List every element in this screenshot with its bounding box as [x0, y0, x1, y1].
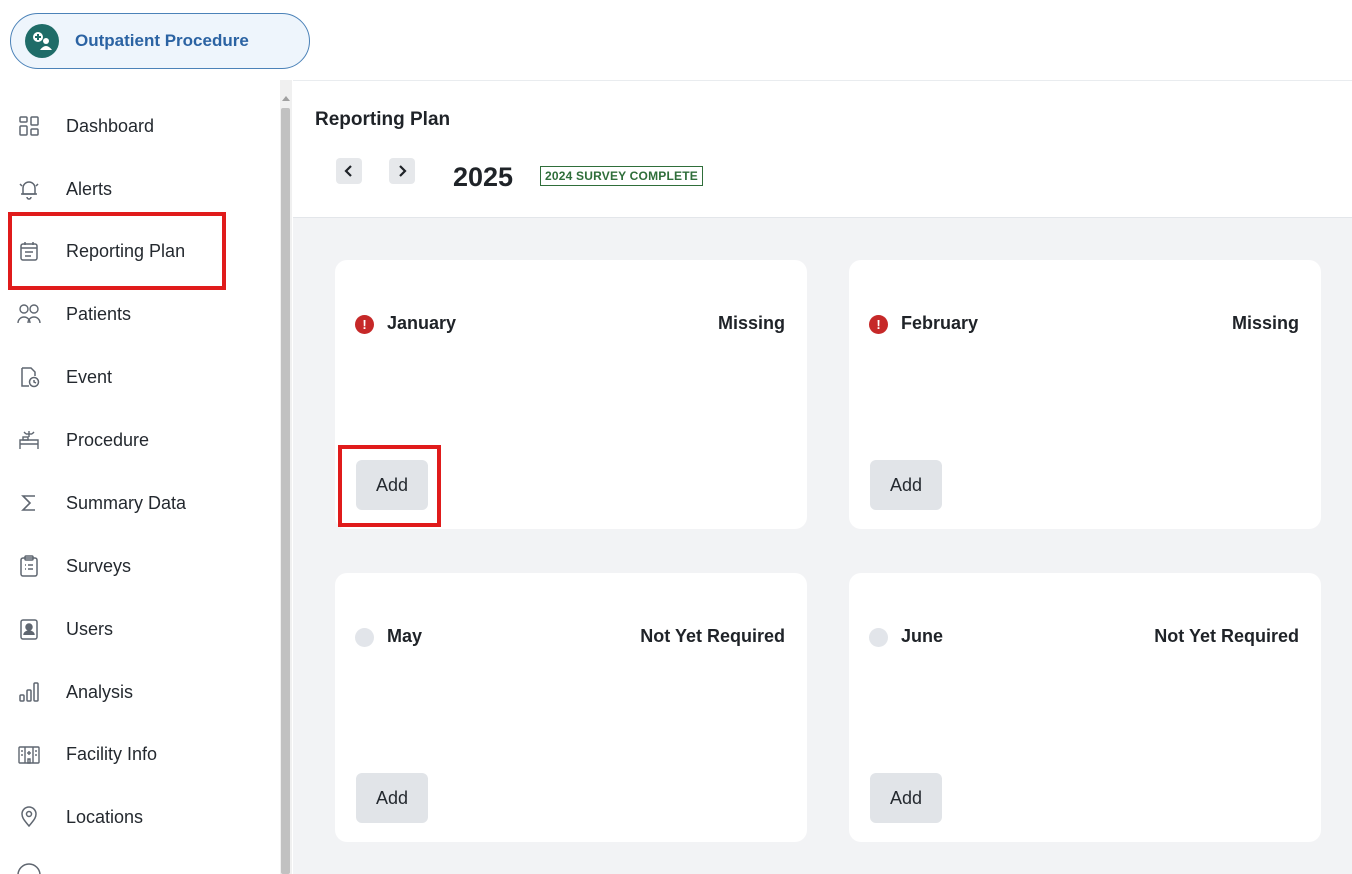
page-title: Reporting Plan — [315, 109, 451, 130]
add-button[interactable]: Add — [356, 773, 428, 823]
sidebar-item-dashboard[interactable]: Dashboard — [0, 101, 278, 151]
pending-status-icon — [355, 628, 374, 647]
sidebar-item-label: Summary Data — [66, 492, 187, 513]
sidebar-item-surveys[interactable]: Surveys — [0, 541, 278, 591]
sidebar-item-alerts[interactable]: Alerts — [0, 164, 278, 214]
month-card-june: June Not Yet Required Add — [849, 573, 1321, 842]
bar-chart-icon — [16, 679, 42, 705]
sidebar-item-label: Analysis — [66, 681, 134, 702]
reporting-plan-grid: ! January Missing Add ! February Missing… — [293, 218, 1352, 874]
month-card-may: May Not Yet Required Add — [335, 573, 807, 842]
alert-icon: ! — [869, 315, 888, 334]
add-button[interactable]: Add — [870, 460, 942, 510]
card-month: June — [901, 626, 944, 646]
add-button[interactable]: Add — [356, 460, 428, 510]
app-switcher-chip[interactable]: Outpatient Procedure — [10, 13, 310, 69]
chevron-left-icon — [344, 165, 352, 177]
card-status: Not Yet Required — [640, 626, 785, 646]
clipboard-icon — [16, 553, 42, 579]
sidebar-item-partial[interactable] — [16, 862, 42, 874]
sidebar-item-locations[interactable]: Locations — [0, 792, 278, 842]
sidebar-item-users[interactable]: Users — [0, 604, 278, 654]
sigma-icon — [16, 490, 42, 516]
add-button[interactable]: Add — [870, 773, 942, 823]
sidebar-item-label: Surveys — [66, 555, 132, 576]
scroll-up-arrow-icon[interactable] — [282, 96, 290, 101]
pending-status-icon — [869, 628, 888, 647]
sidebar-item-label: Facility Info — [66, 743, 158, 764]
patient-care-icon — [25, 24, 59, 58]
alert-icon: ! — [355, 315, 374, 334]
month-card-february: ! February Missing Add — [849, 260, 1321, 529]
sidebar: Dashboard Alerts Reporting Plan Patients — [0, 80, 278, 874]
card-month: May — [387, 626, 423, 646]
sidebar-item-label: Dashboard — [66, 115, 155, 136]
sidebar-scrollbar-thumb[interactable] — [281, 108, 290, 874]
month-card-january: ! January Missing Add — [335, 260, 807, 529]
sidebar-item-label: Procedure — [66, 429, 150, 450]
sidebar-item-facility-info[interactable]: Facility Info — [0, 729, 278, 779]
card-month: February — [901, 313, 979, 333]
app-name: Outpatient Procedure — [75, 31, 249, 50]
calendar-icon — [16, 238, 42, 264]
previous-year-button[interactable] — [336, 158, 362, 184]
sidebar-item-label: Reporting Plan — [66, 240, 186, 261]
bell-icon — [16, 176, 42, 202]
sidebar-item-patients[interactable]: Patients — [0, 289, 278, 339]
sidebar-item-label: Users — [66, 618, 114, 639]
building-icon — [16, 741, 42, 767]
sidebar-item-label: Alerts — [66, 178, 113, 199]
card-status: Not Yet Required — [1154, 626, 1299, 646]
location-pin-icon — [16, 804, 42, 830]
page-header: Reporting Plan 2025 2024 SURVEY COMPLETE — [293, 80, 1352, 218]
circle-icon — [17, 863, 41, 874]
sidebar-item-label: Event — [66, 366, 113, 387]
sidebar-item-label: Locations — [66, 806, 144, 827]
year-label: 2025 — [453, 162, 514, 192]
survey-status-badge: 2024 SURVEY COMPLETE — [540, 166, 703, 186]
card-month: January — [387, 313, 457, 333]
card-status: Missing — [1231, 313, 1299, 333]
top-bar: Outpatient Procedure — [0, 0, 1352, 80]
chevron-right-icon — [399, 165, 407, 177]
card-status: Missing — [717, 313, 785, 333]
sidebar-item-analysis[interactable]: Analysis — [0, 667, 278, 717]
event-icon — [16, 364, 42, 390]
user-badge-icon — [16, 616, 42, 642]
sidebar-item-summary-data[interactable]: Summary Data — [0, 478, 278, 528]
sidebar-item-label: Patients — [66, 303, 132, 324]
procedure-icon — [16, 427, 42, 453]
sidebar-item-procedure[interactable]: Procedure — [0, 415, 278, 465]
dashboard-icon — [16, 113, 42, 139]
sidebar-item-event[interactable]: Event — [0, 352, 278, 402]
sidebar-item-reporting-plan[interactable]: Reporting Plan — [0, 226, 278, 276]
next-year-button[interactable] — [389, 158, 415, 184]
patients-icon — [16, 301, 42, 327]
